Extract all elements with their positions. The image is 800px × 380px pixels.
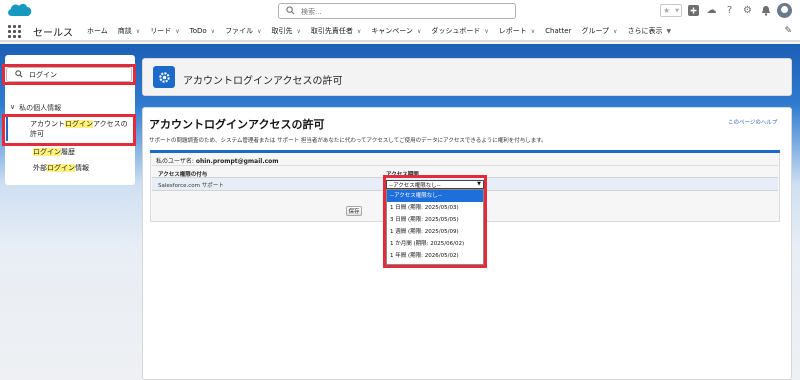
nav-item-label: ToDo — [189, 27, 207, 35]
nav-item-label: ホーム — [87, 27, 108, 35]
edit-nav-icon[interactable]: ✎ — [784, 26, 792, 36]
salesforce-logo[interactable] — [6, 2, 34, 20]
tree-item-text: 外部 — [33, 164, 47, 172]
chevron-down-icon[interactable]: ∨ — [484, 28, 488, 35]
nav-item[interactable]: 取引先責任者 ∨ — [311, 26, 361, 36]
nav-item[interactable]: ホーム — [87, 26, 108, 36]
chevron-down-icon[interactable]: ∨ — [175, 28, 179, 35]
favorites-button[interactable]: ★ ▼ — [660, 4, 682, 17]
chevron-down-icon[interactable]: ∨ — [257, 28, 261, 35]
app-navigation: セールス ホーム 商談 ∨ リード ∨ ToDo ∨ ファイル ∨ 取引先 ∨ 取引先責任… — [0, 22, 800, 42]
nav-item-label: Chatter — [545, 27, 572, 35]
tree-section-personal-info[interactable]: ∨ 私の個人情報 — [10, 103, 61, 113]
tree-item-login-history[interactable]: ログイン履歴 — [33, 147, 75, 157]
setup-gear-icon — [153, 66, 175, 88]
search-highlight: ログイン — [47, 164, 75, 172]
nav-item-label: レポート — [498, 27, 527, 35]
page-title: アカウントログインアクセスの許可 — [149, 118, 325, 131]
nav-item[interactable]: グループ ∨ — [581, 26, 617, 36]
divider — [152, 165, 778, 166]
save-button[interactable]: 保存 — [346, 206, 362, 216]
chevron-down-icon[interactable]: ▼ — [666, 28, 671, 35]
nav-item-label: 商談 — [117, 27, 132, 35]
header-tools: ★ ▼ ☁ ? ⚙ — [660, 3, 792, 18]
chevron-down-icon: ∨ — [10, 103, 16, 111]
page-header-title: アカウントログインアクセスの許可 — [183, 76, 343, 87]
global-search-input[interactable]: 検索... — [278, 3, 516, 19]
nav-item[interactable]: リード ∨ — [150, 26, 179, 36]
chevron-down-icon[interactable]: ∨ — [613, 28, 617, 35]
chevron-down-icon[interactable]: ∨ — [357, 28, 361, 35]
nav-item-label: ダッシュボード — [431, 27, 481, 35]
nav-item-label: 取引先 — [271, 27, 293, 35]
nav-item-label: リード — [150, 27, 172, 35]
help-link[interactable]: このページのヘルプ — [728, 118, 777, 126]
grantee-name: Salesforce.com サポート — [158, 183, 224, 189]
nav-item[interactable]: 取引先 ∨ — [271, 26, 300, 36]
chevron-down-icon[interactable]: ∨ — [417, 28, 421, 35]
username-line: 私のユーザ名: ohin.prompt@gmail.com — [156, 156, 279, 165]
nav-item[interactable]: Chatter — [545, 27, 571, 35]
annotation-box-quick-find — [2, 64, 136, 85]
avatar[interactable] — [777, 3, 792, 18]
nav-item[interactable]: ダッシュボード ∨ — [431, 26, 488, 36]
page-description: サポートの問題調査のため、システム管理者または サポート 担当者があなたに代わっ… — [149, 138, 547, 144]
nav-item-label: キャンペーン — [371, 27, 413, 35]
search-highlight: ログイン — [33, 148, 61, 156]
tree-item-text: 情報 — [75, 164, 89, 172]
nav-item[interactable]: ファイル ∨ — [225, 26, 261, 36]
nav-item[interactable]: ToDo ∨ — [190, 27, 215, 35]
tree-item-external-login[interactable]: 外部ログイン情報 — [33, 163, 89, 173]
star-icon: ★ — [663, 6, 671, 15]
tree-item-text: 履歴 — [61, 148, 75, 156]
panel-top-border — [150, 150, 780, 153]
nav-item[interactable]: キャンペーン ∨ — [371, 26, 421, 36]
chevron-down-icon[interactable]: ∨ — [211, 28, 215, 35]
help-icon[interactable]: ? — [723, 4, 736, 17]
nav-item[interactable]: 商談 ∨ — [118, 26, 140, 36]
nav-item-label: さらに表示 — [627, 27, 663, 35]
search-icon — [286, 6, 295, 15]
nav-item[interactable]: さらに表示 ▼ — [627, 26, 671, 36]
app-name: セールス — [33, 27, 73, 39]
tree-section-label: 私の個人情報 — [19, 104, 62, 112]
gear-icon[interactable]: ⚙ — [741, 4, 754, 17]
global-header: 検索... ★ ▼ ☁ ? ⚙ — [0, 0, 800, 22]
chevron-down-icon[interactable]: ∨ — [531, 28, 535, 35]
search-placeholder: 検索... — [301, 8, 322, 16]
bell-icon[interactable] — [759, 4, 772, 17]
username-label: 私のユーザ名: — [156, 158, 194, 165]
cloud-icon[interactable]: ☁ — [705, 4, 718, 17]
username-value: ohin.prompt@gmail.com — [195, 158, 279, 165]
add-icon[interactable] — [687, 4, 700, 17]
nav-item-label: グループ — [581, 27, 610, 35]
nav-item[interactable]: レポート ∨ — [499, 26, 535, 36]
nav-item-label: ファイル — [225, 27, 254, 35]
chevron-down-icon[interactable]: ∨ — [136, 28, 140, 35]
annotation-box-dropdown — [383, 175, 487, 268]
chevron-down-icon[interactable]: ∨ — [296, 28, 300, 35]
chevron-down-icon: ▼ — [675, 7, 679, 14]
nav-item-label: 取引先責任者 — [310, 27, 353, 35]
app-launcher-icon[interactable] — [8, 24, 30, 38]
annotation-box-menu-item — [2, 114, 136, 146]
